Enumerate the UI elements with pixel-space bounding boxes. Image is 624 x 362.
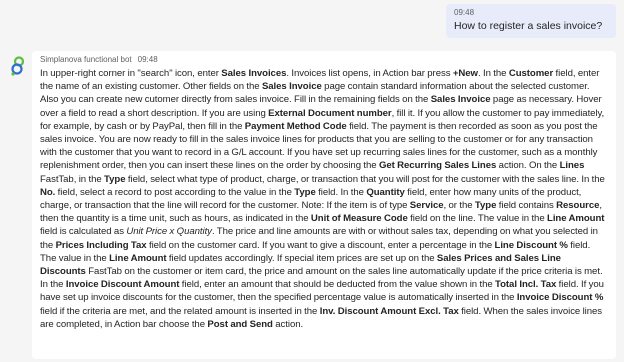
bold-term: No.: [40, 186, 56, 198]
text-segment: field is calculated as: [40, 226, 127, 238]
bold-term: Customer: [508, 68, 554, 79]
text-segment: field. In the: [315, 186, 367, 198]
text-segment: . In the: [477, 68, 509, 79]
bold-term: Sales Invoice: [261, 81, 322, 93]
bold-term: Post and Send: [207, 318, 273, 330]
bot-message-bubble: Simplanova functional bot 09:48 In upper-…: [32, 51, 616, 359]
bold-term: Invoice Discount Amount: [65, 279, 180, 291]
bold-term: Type: [474, 200, 497, 212]
text-segment: In upper-right corner in "search" icon, …: [40, 68, 222, 79]
user-message-bubble: 09:48 How to register a sales invoice?: [446, 4, 616, 38]
text-segment: action.: [272, 318, 304, 330]
bold-term: External Document number: [268, 107, 392, 119]
text-segment: field, enter an amount that should be de…: [179, 279, 496, 291]
bold-term: Resource: [556, 200, 600, 212]
bot-name: Simplanova functional bot: [40, 55, 132, 64]
text-segment: field if the criteria are met, and the r…: [40, 305, 320, 317]
user-message-time: 09:48: [454, 8, 475, 17]
text-segment: . Invoices list opens, in Action bar pre…: [286, 68, 453, 79]
bold-term: Sales Invoice: [430, 94, 491, 106]
bold-term: Line Amount: [109, 252, 167, 264]
bold-term: Lines: [559, 160, 585, 172]
bold-term: Payment Method Code: [244, 120, 347, 132]
bold-term: Invoice Discount %: [516, 292, 604, 304]
bold-term: Get Recurring Sales Lines: [378, 160, 497, 172]
bold-term: Sales Invoices: [221, 68, 287, 79]
text-segment: field, select what type of product, char…: [125, 173, 605, 185]
bot-message-header: Simplanova functional bot 09:48: [40, 55, 608, 65]
text-segment: field updates accordingly. If special it…: [166, 252, 437, 264]
text-segment: field on the line. The value in the: [407, 213, 548, 225]
bold-term: Line Discount %: [494, 239, 568, 251]
bold-term: Service: [409, 200, 444, 212]
user-message-text: How to register a sales invoice?: [454, 20, 603, 32]
bold-term: Unit of Measure Code: [310, 213, 408, 225]
text-segment: , or the: [443, 200, 475, 212]
text-segment: FastTab, in the: [40, 173, 105, 185]
bold-term: Total Incl. Tax: [495, 279, 557, 291]
text-segment: field on the customer card. If you want …: [146, 239, 495, 251]
bot-message-text: In upper-right corner in "search" icon, …: [40, 67, 608, 331]
bold-term: +New: [452, 68, 478, 79]
bold-term: Line Amount: [547, 213, 605, 225]
bot-message-time: 09:48: [137, 55, 158, 64]
text-segment: action. On the: [496, 160, 560, 172]
bold-term: Type: [294, 186, 316, 198]
bold-term: Prices Including Tax: [55, 239, 147, 251]
bold-term: Quantity: [366, 186, 405, 198]
bot-avatar-logo-icon: [8, 56, 28, 76]
bold-term: Inv. Discount Amount Excl. Tax: [319, 305, 459, 317]
bold-term: Type: [104, 173, 126, 185]
italic-formula: Unit Price x Quantity: [126, 226, 212, 238]
text-segment: field contains: [496, 200, 557, 212]
text-segment: field, select a record to post according…: [55, 186, 295, 198]
